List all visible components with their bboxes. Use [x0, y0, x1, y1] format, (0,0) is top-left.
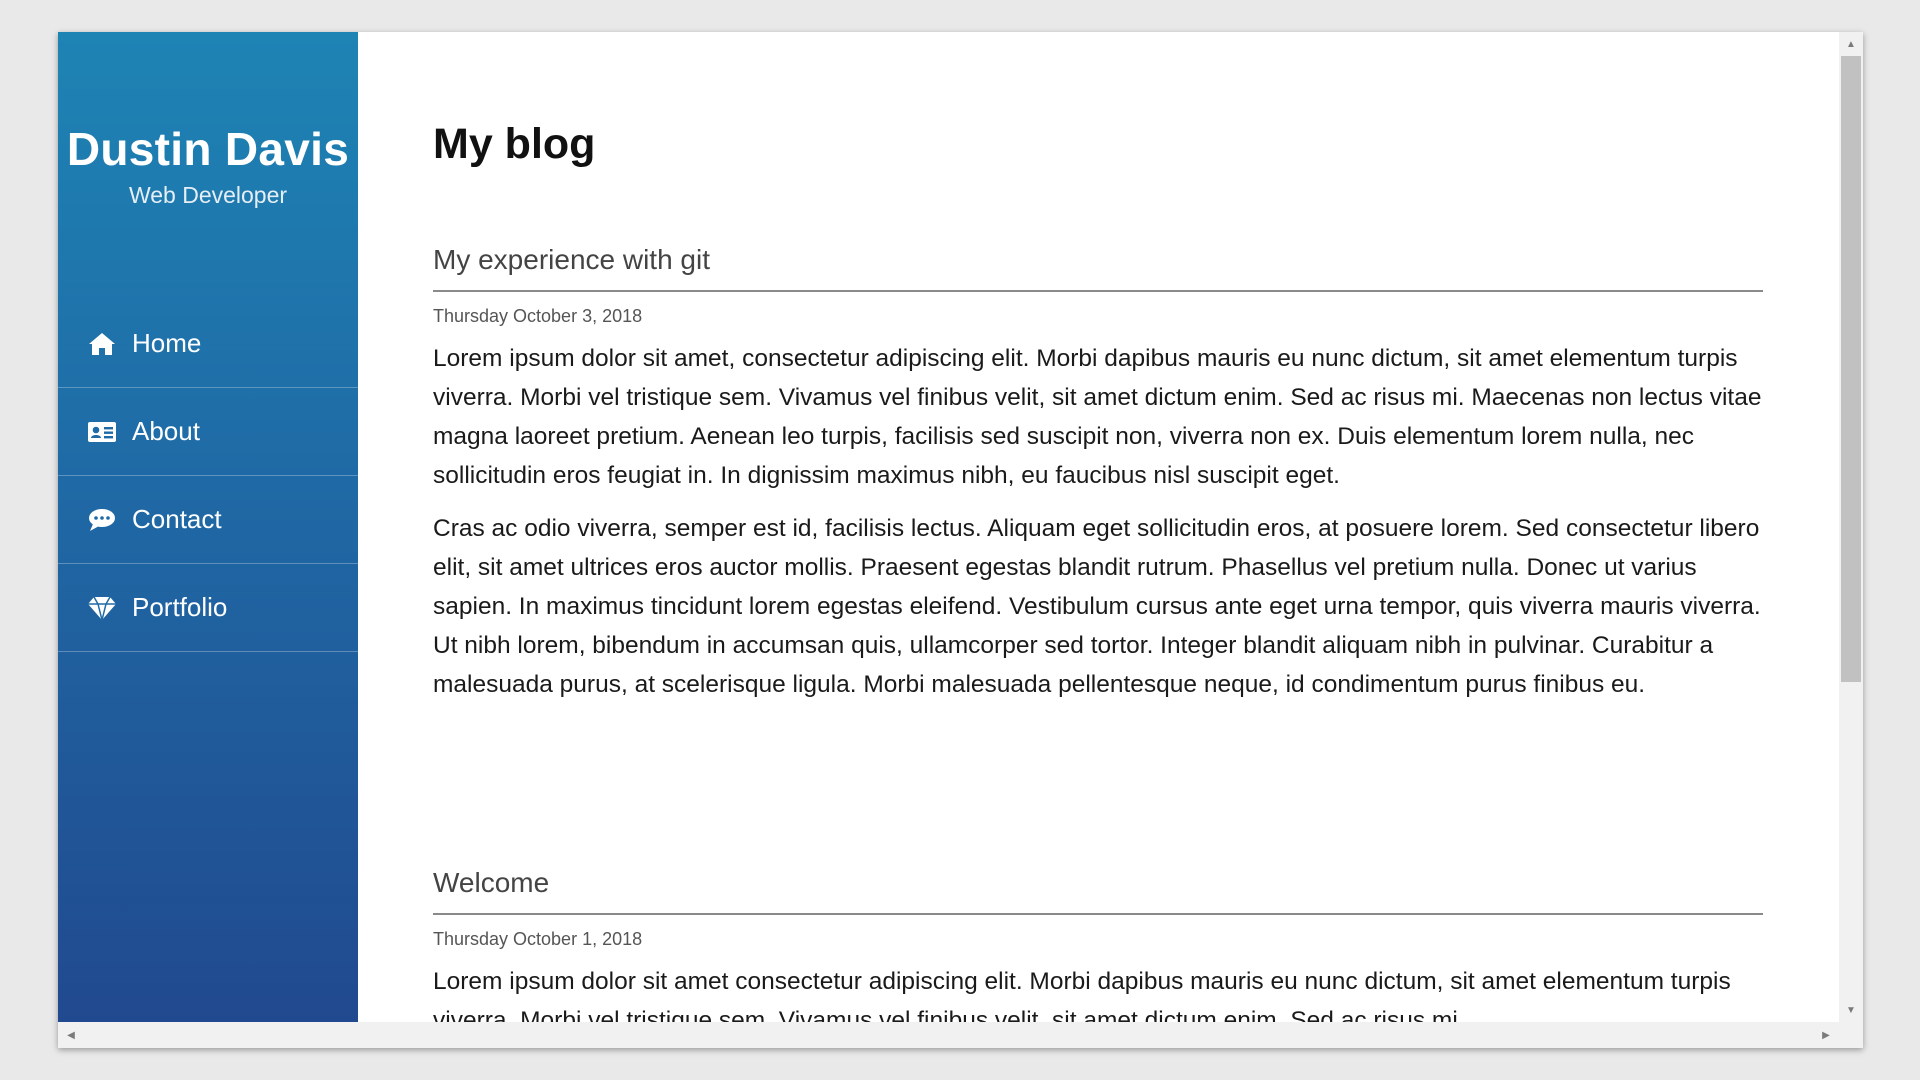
sidebar-item-label: Home — [132, 328, 202, 358]
scroll-right-arrow-icon[interactable]: ▶ — [1813, 1022, 1839, 1048]
post-title[interactable]: Welcome — [433, 867, 1763, 915]
sidebar-nav: Home About Contact Portfolio — [58, 300, 358, 652]
sidebar-item-label: Contact — [132, 504, 222, 534]
main-content: My blog My experience with git Thursday … — [358, 32, 1839, 1022]
post-title[interactable]: My experience with git — [433, 244, 1763, 292]
post-body: Lorem ipsum dolor sit amet consectetur a… — [433, 962, 1763, 1022]
scroll-down-arrow-icon[interactable]: ▼ — [1839, 998, 1863, 1022]
comment-icon — [86, 506, 118, 534]
sidebar-item-label: Portfolio — [132, 592, 228, 622]
scroll-left-arrow-icon[interactable]: ◀ — [58, 1022, 84, 1048]
diamond-icon — [86, 594, 118, 622]
site-owner-name: Dustin Davis — [66, 123, 350, 175]
post-date: Thursday October 1, 2018 — [433, 929, 643, 949]
sidebar-item-contact[interactable]: Contact — [58, 476, 358, 564]
post-paragraph: Cras ac odio viverra, semper est id, fac… — [433, 515, 1761, 698]
post-date: Thursday October 3, 2018 — [433, 306, 643, 326]
sidebar-item-home[interactable]: Home — [58, 300, 358, 388]
scroll-up-arrow-icon[interactable]: ▲ — [1839, 32, 1863, 56]
vertical-scrollbar[interactable]: ▲ ▼ — [1839, 32, 1863, 1022]
id-card-icon — [86, 418, 118, 446]
browser-window: Dustin Davis Web Developer Home About Co… — [58, 32, 1863, 1048]
post-paragraph: Lorem ipsum dolor sit amet, consectetur … — [433, 345, 1762, 489]
post-paragraph: Lorem ipsum dolor sit amet consectetur a… — [433, 968, 1731, 1022]
post-body: Lorem ipsum dolor sit amet, consectetur … — [433, 339, 1763, 704]
blog-post: My experience with git Thursday October … — [433, 244, 1763, 718]
sidebar-item-about[interactable]: About — [58, 388, 358, 476]
home-icon — [86, 330, 118, 358]
blog-post: Welcome Thursday October 1, 2018 Lorem i… — [433, 867, 1763, 1022]
horizontal-scrollbar[interactable]: ◀ ▶ — [58, 1022, 1863, 1048]
page-title: My blog — [433, 120, 596, 168]
site-tagline: Web Developer — [128, 182, 288, 208]
sidebar: Dustin Davis Web Developer Home About Co… — [58, 32, 358, 1022]
vertical-scroll-thumb[interactable] — [1841, 56, 1861, 682]
sidebar-item-label: About — [132, 416, 200, 446]
sidebar-item-portfolio[interactable]: Portfolio — [58, 564, 358, 652]
